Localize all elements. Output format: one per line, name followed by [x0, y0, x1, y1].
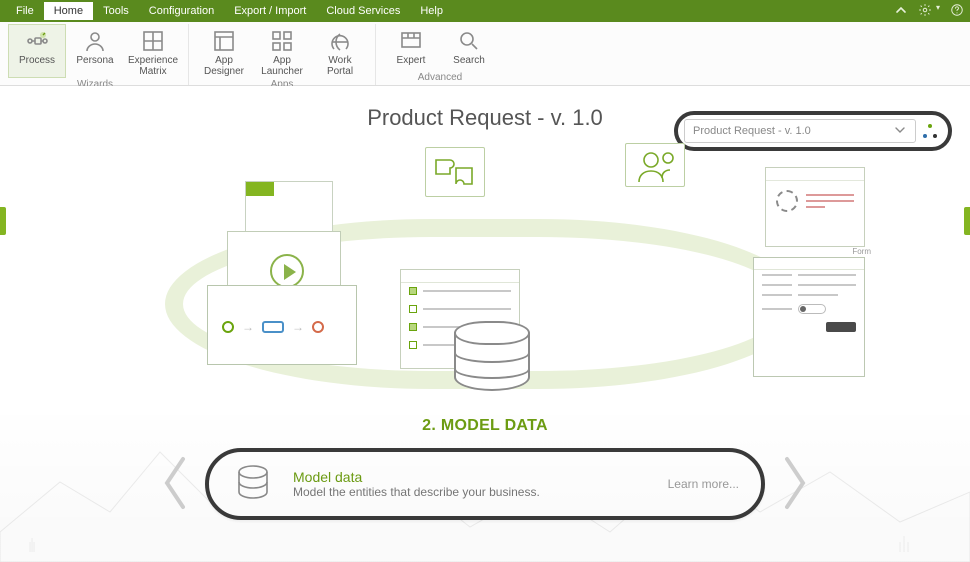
learn-more-link[interactable]: Learn more... [668, 477, 739, 491]
menu-tools[interactable]: Tools [93, 2, 139, 20]
ribbon: Process Persona Experience Matrix Wizard… [0, 22, 970, 86]
menu-export-import[interactable]: Export / Import [224, 2, 316, 20]
step-title: 2. MODEL DATA [0, 417, 970, 435]
database-outline-icon [231, 462, 275, 506]
next-step-button[interactable] [765, 453, 825, 516]
ribbon-search-button[interactable]: Search [440, 24, 498, 71]
left-edge-handle[interactable] [0, 207, 6, 235]
step-forms-tile[interactable]: Form [753, 167, 873, 382]
menubar: File Home Tools Configuration Export / I… [0, 0, 970, 22]
play-icon [270, 254, 304, 288]
wizard-canvas: Product Request - v. 1.0 Product Request… [0, 86, 970, 562]
application-selector-dropdown[interactable]: Product Request - v. 1.0 [684, 119, 916, 143]
menu-file[interactable]: File [6, 2, 44, 20]
ribbon-app-launcher-label: App Launcher [256, 55, 308, 77]
chevron-down-icon [893, 123, 907, 140]
ribbon-search-label: Search [453, 55, 485, 66]
ribbon-group-apps: App Designer App Launcher Work Portal Ap… [189, 24, 376, 85]
ribbon-group-advanced: Expert Search Advanced [376, 24, 504, 85]
wizard-cycle-diagram: → → Form [95, 147, 875, 417]
help-icon[interactable] [950, 3, 964, 20]
previous-step-button[interactable] [145, 453, 205, 516]
ribbon-expert-button[interactable]: Expert [382, 24, 440, 71]
ribbon-persona-button[interactable]: Persona [66, 24, 124, 78]
page-title: Product Request - v. 1.0 [367, 105, 603, 131]
menu-home[interactable]: Home [44, 2, 93, 20]
process-icon [25, 29, 49, 53]
background-illustration [0, 402, 970, 562]
ribbon-work-portal-button[interactable]: Work Portal [311, 24, 369, 78]
ribbon-persona-label: Persona [76, 55, 113, 66]
application-selector-value: Product Request - v. 1.0 [693, 125, 811, 137]
step-card-subtitle: Model the entities that describe your bu… [293, 485, 540, 499]
step-stakeholders-tile[interactable] [625, 143, 685, 187]
step-process-tile[interactable]: → → [215, 181, 365, 371]
persona-icon [83, 29, 107, 53]
ribbon-app-launcher-button[interactable]: App Launcher [253, 24, 311, 78]
expert-icon [399, 29, 423, 53]
form-submit-icon [826, 322, 856, 332]
app-designer-icon [212, 29, 236, 53]
app-launcher-icon [270, 29, 294, 53]
menu-cloud-services[interactable]: Cloud Services [316, 2, 410, 20]
ribbon-group-advanced-label: Advanced [382, 71, 498, 85]
ribbon-experience-matrix-label: Experience Matrix [128, 55, 178, 77]
ribbon-process-label: Process [19, 55, 55, 66]
ribbon-group-wizards: Process Persona Experience Matrix Wizard… [2, 24, 189, 85]
step-rules-tile[interactable] [425, 147, 485, 197]
menu-help[interactable]: Help [410, 2, 453, 20]
avatar-icon [776, 190, 798, 212]
ribbon-work-portal-label: Work Portal [314, 55, 366, 77]
step-action-card[interactable]: Model data Model the entities that descr… [205, 448, 765, 520]
right-edge-handle[interactable] [964, 207, 970, 235]
application-selector-highlight: Product Request - v. 1.0 [674, 111, 952, 151]
search-icon [457, 29, 481, 53]
form-card-label: Form [852, 247, 871, 256]
ribbon-process-button[interactable]: Process [8, 24, 66, 78]
filter-icon[interactable] [922, 123, 938, 139]
database-icon [454, 321, 530, 391]
ribbon-app-designer-label: App Designer [198, 55, 250, 77]
step-model-data-tile[interactable] [400, 269, 570, 419]
collapse-ribbon-icon[interactable] [894, 3, 908, 20]
experience-matrix-icon [141, 29, 165, 53]
ribbon-app-designer-button[interactable]: App Designer [195, 24, 253, 78]
work-portal-icon [328, 29, 352, 53]
step-card-title: Model data [293, 469, 540, 485]
menu-configuration[interactable]: Configuration [139, 2, 224, 20]
ribbon-expert-label: Expert [397, 55, 426, 66]
gear-icon[interactable]: ▾ [918, 3, 940, 20]
ribbon-experience-matrix-button[interactable]: Experience Matrix [124, 24, 182, 78]
